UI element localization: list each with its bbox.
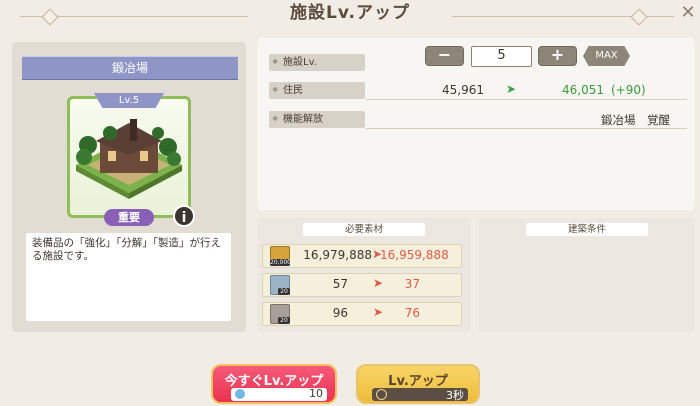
info-icon[interactable]: i bbox=[173, 205, 195, 227]
level-label: 施設Lv. bbox=[269, 54, 365, 71]
material-after-ingot: 76 bbox=[404, 306, 420, 320]
important-badge: 重要 bbox=[104, 209, 154, 226]
max-level-button[interactable]: MAX bbox=[583, 46, 630, 66]
material-after-gold: 16,959,888 bbox=[380, 248, 449, 262]
instant-levelup-button[interactable]: 今すぐLv.アップ 10 bbox=[211, 364, 337, 404]
facility-name: 鍛冶場 bbox=[111, 61, 148, 75]
unlocks-label: 機能解放 bbox=[269, 111, 365, 128]
instant-cost: 10 bbox=[309, 387, 323, 400]
residents-divider bbox=[366, 99, 687, 100]
facility-image-frame bbox=[67, 96, 191, 218]
material-qty-ingot: 20 bbox=[278, 317, 290, 324]
arrow-right-icon: ➤ bbox=[373, 305, 384, 319]
gem-icon bbox=[235, 389, 245, 399]
decrease-level-button[interactable]: − bbox=[425, 46, 464, 66]
residents-label-text: 住民 bbox=[283, 85, 303, 96]
residents-label: 住民 bbox=[269, 82, 365, 99]
conditions-header: 建築条件 bbox=[526, 223, 648, 236]
residents-next: 46,051 bbox=[562, 83, 604, 97]
materials-header: 必要素材 bbox=[303, 223, 425, 236]
levelup-time: 3秒 bbox=[446, 389, 464, 402]
plus-icon: + bbox=[550, 45, 565, 64]
header-bar: 施設Lv.アップ ✕ bbox=[0, 0, 700, 30]
material-after-ore: 37 bbox=[404, 277, 420, 291]
increase-level-button[interactable]: + bbox=[538, 46, 577, 66]
minus-icon: − bbox=[437, 45, 452, 64]
arrow-right-icon: ➤ bbox=[373, 276, 384, 290]
material-row-ingot bbox=[262, 302, 462, 326]
unlocks-divider bbox=[366, 128, 687, 129]
material-have-ingot: 96 bbox=[332, 306, 348, 320]
unlocks-value: 鍛冶場 覚醒 bbox=[601, 113, 670, 127]
page-title: 施設Lv.アップ bbox=[290, 3, 410, 23]
material-row-ore bbox=[262, 273, 462, 297]
material-qty-gold: 20,000 bbox=[270, 259, 291, 266]
residents-current: 45,961 bbox=[442, 83, 484, 97]
residents-delta: (+90) bbox=[611, 83, 646, 97]
facility-level-tag: Lv.5 bbox=[94, 93, 164, 108]
level-label-text: 施設Lv. bbox=[283, 57, 317, 68]
unlocks-label-text: 機能解放 bbox=[283, 114, 323, 125]
arrow-right-icon: ➤ bbox=[506, 82, 517, 96]
levelup-button[interactable]: Lv.アップ 3秒 bbox=[356, 364, 480, 404]
material-have-ore: 57 bbox=[332, 277, 348, 291]
blacksmith-building-icon bbox=[76, 119, 182, 199]
close-icon[interactable]: ✕ bbox=[679, 4, 697, 22]
facility-description: 装備品の「強化」「分解」「製造」が行える施設です。 bbox=[32, 237, 221, 262]
levelup-time-box: 3秒 bbox=[372, 388, 468, 402]
clock-icon bbox=[376, 389, 387, 400]
facility-description-box: 装備品の「強化」「分解」「製造」が行える施設です。 bbox=[26, 233, 231, 321]
instant-cost-box: 10 bbox=[231, 387, 327, 401]
facility-name-banner: 鍛冶場 bbox=[22, 56, 238, 80]
material-qty-ore: 20 bbox=[278, 288, 290, 295]
level-input[interactable]: 5 bbox=[471, 46, 532, 67]
material-have-gold: 16,979,888 bbox=[303, 248, 372, 262]
